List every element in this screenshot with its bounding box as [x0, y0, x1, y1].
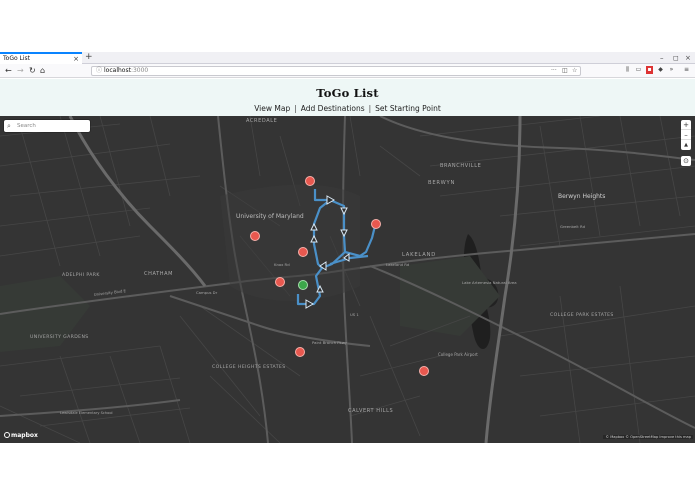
reload-icon[interactable]: ↻ — [29, 65, 36, 77]
nav-set-starting-point[interactable]: Set Starting Point — [375, 104, 441, 113]
url-host: localhost — [104, 67, 131, 74]
campus-area — [220, 184, 360, 301]
page-nav: View Map | Add Destinations | Set Starting P… — [0, 104, 695, 113]
sidebar-icon[interactable]: ▭ — [635, 66, 642, 74]
tab-title: ToGo List — [3, 55, 31, 62]
tab-close-icon[interactable]: × — [73, 54, 79, 64]
nav-separator: | — [368, 104, 372, 113]
destination-marker[interactable] — [371, 219, 381, 229]
map-canvas[interactable]: ACREDALE BRANCHVILLE BERWYN Berwyn Heigh… — [0, 116, 695, 443]
destination-marker[interactable] — [298, 247, 308, 257]
map-label: LAKELAND — [402, 252, 436, 258]
new-tab-button[interactable]: + — [85, 52, 93, 63]
road-label: US 1 — [350, 312, 359, 317]
info-icon[interactable]: ⓘ — [96, 67, 102, 75]
map-search[interactable]: ⌕ — [4, 120, 90, 132]
map-label: ADELPHI PARK — [62, 272, 100, 278]
map-label: UNIVERSITY GARDENS — [30, 334, 89, 340]
road-label: Campus Dr — [196, 290, 218, 295]
map-label: COLLEGE HEIGHTS ESTATES — [212, 364, 286, 370]
map-label: BERWYN — [428, 180, 455, 186]
mapbox-logo[interactable]: mapbox — [4, 432, 38, 439]
road-label: University Blvd E — [94, 288, 127, 297]
search-icon: ⌕ — [7, 122, 11, 130]
overflow-menu-icon[interactable]: » — [668, 66, 675, 74]
url-port: :3000 — [130, 67, 149, 74]
starting-point-marker[interactable] — [298, 280, 308, 290]
map-label: CALVERT HILLS — [348, 408, 393, 414]
window-close-button[interactable]: × — [685, 52, 691, 64]
road-label: Lakeland Rd — [386, 262, 410, 267]
destination-marker[interactable] — [419, 366, 429, 376]
zoom-in-button[interactable]: + — [681, 120, 691, 130]
mapbox-logo-icon — [4, 432, 10, 438]
page-header: ToGo List View Map | Add Destinations | Set … — [0, 79, 695, 116]
map-label: College Park Airport — [438, 352, 478, 357]
browser-tab-strip: ToGo List × + – ◻ × — [0, 52, 695, 64]
extension-icon[interactable]: ▪ — [646, 66, 653, 74]
url-text[interactable]: localhost:3000 — [104, 67, 148, 75]
hamburger-menu-icon[interactable]: ≡ — [683, 66, 690, 74]
destination-marker[interactable] — [305, 176, 315, 186]
nav-separator: | — [294, 104, 297, 113]
map-label: Berwyn Heights — [558, 193, 605, 200]
browser-tab[interactable]: ToGo List × — [0, 52, 82, 64]
road-label: Knox Rd — [274, 262, 290, 267]
destination-marker[interactable] — [295, 347, 305, 357]
map-attribution[interactable]: © Mapbox © OpenStreetMap Improve this ma… — [603, 435, 693, 439]
map-label: BRANCHVILLE — [440, 163, 481, 169]
pocket-icon[interactable]: ◫ — [562, 67, 568, 75]
url-bar[interactable]: ⓘ localhost:3000 ··· ◫ ☆ — [91, 66, 581, 76]
nav-view-map[interactable]: View Map — [254, 104, 290, 113]
road-label: Greenbelt Rd — [560, 224, 586, 229]
destination-marker[interactable] — [275, 277, 285, 287]
road-label: Paint Branch Pkwy — [312, 340, 348, 345]
geolocate-button[interactable]: ⊙ — [681, 156, 691, 166]
browser-toolbar: ← → ↻ ⌂ ⓘ localhost:3000 ··· ◫ ☆ ⫼ ▭ ▪ ◆… — [0, 64, 695, 78]
home-icon[interactable]: ⌂ — [40, 65, 45, 77]
map-label: University of Maryland — [236, 213, 304, 220]
route-arrow-icon — [305, 299, 315, 309]
map-svg: ACREDALE BRANCHVILLE BERWYN Berwyn Heigh… — [0, 116, 695, 443]
back-arrow-icon[interactable]: ← — [5, 65, 12, 77]
map-label: COLLEGE PARK ESTATES — [550, 312, 614, 318]
bookmark-star-icon[interactable]: ☆ — [572, 67, 577, 75]
destination-marker[interactable] — [250, 231, 260, 241]
extension-shield-icon[interactable]: ◆ — [657, 66, 664, 74]
window-minimize-button[interactable]: – — [660, 52, 664, 64]
map-label: Lake Artemesia Natural Area — [462, 280, 517, 285]
window-maximize-button[interactable]: ◻ — [673, 52, 679, 64]
map-label: Lewisdale Elementary School — [60, 411, 113, 415]
library-icon[interactable]: ⫼ — [624, 66, 631, 74]
search-input[interactable] — [17, 120, 87, 132]
park-area — [0, 276, 90, 352]
zoom-out-button[interactable]: – — [681, 130, 691, 140]
mapbox-logo-text: mapbox — [11, 432, 38, 439]
forward-arrow-icon[interactable]: → — [17, 65, 24, 77]
page-title: ToGo List — [316, 86, 379, 100]
nav-add-destinations[interactable]: Add Destinations — [301, 104, 365, 113]
map-label: CHATHAM — [144, 271, 173, 277]
compass-button[interactable]: ▲ — [681, 140, 691, 150]
zoom-controls: + – ▲ — [681, 120, 691, 150]
map-label: ACREDALE — [246, 118, 277, 124]
page-actions-icon[interactable]: ··· — [551, 67, 557, 75]
